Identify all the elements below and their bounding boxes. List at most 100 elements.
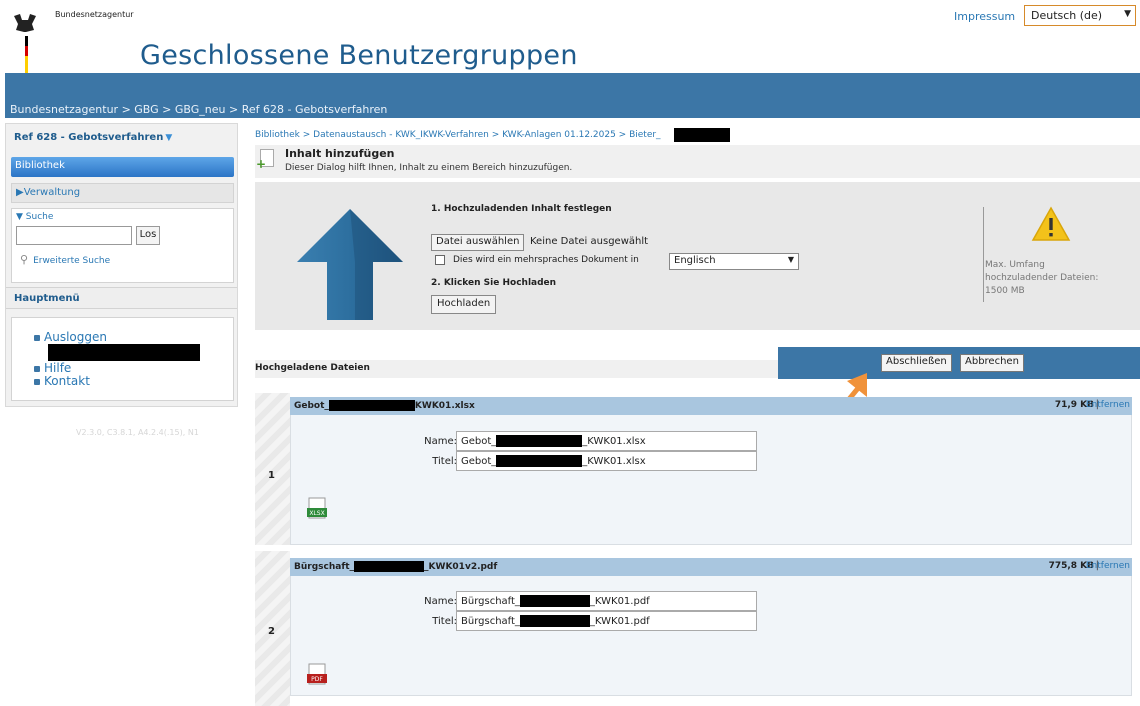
- document-language-value: Englisch: [674, 255, 716, 266]
- finish-button[interactable]: Abschließen: [881, 354, 952, 372]
- name-label: Name:: [424, 436, 457, 447]
- triangle-right-icon: ▶: [16, 187, 24, 198]
- file-name-field[interactable]: Bürgschaft_ _KWK01.pdf: [456, 591, 757, 611]
- choose-file-button[interactable]: Datei auswählen: [431, 234, 525, 251]
- title-label: Titel:: [432, 616, 457, 627]
- field-suffix: _KWK01.pdf: [589, 616, 650, 627]
- file-name-prefix: Gebot_: [294, 401, 329, 411]
- impressum-link[interactable]: Impressum: [954, 10, 1015, 23]
- file-name-field[interactable]: Gebot_ _KWK01.xlsx: [456, 431, 757, 451]
- chevron-down-icon: ▼: [1124, 9, 1131, 19]
- redacted-block: [496, 455, 583, 467]
- cancel-button[interactable]: Abbrechen: [960, 354, 1024, 372]
- multilingual-checkbox[interactable]: [435, 255, 445, 265]
- file-name-suffix: _KWK01v2.pdf: [424, 562, 498, 572]
- field-prefix: Bürgschaft_: [461, 616, 520, 627]
- sidebar-item-verwaltung[interactable]: ▶Verwaltung: [11, 183, 234, 203]
- menu-item-label: Kontakt: [44, 374, 90, 388]
- step1-heading: 1. Hochzuladenden Inhalt festlegen: [431, 204, 612, 214]
- triangle-down-icon: ▼: [165, 133, 173, 143]
- no-file-text: Keine Datei ausgewählt: [530, 236, 649, 247]
- file-name: Bürgschaft_ _KWK01v2.pdf: [294, 561, 497, 572]
- remove-file-link[interactable]: Entfernen: [1086, 400, 1130, 410]
- menu-item-logout[interactable]: Ausloggen: [34, 330, 107, 344]
- xlsx-file-icon: XLSX: [307, 497, 327, 519]
- redacted-block: [519, 595, 590, 607]
- field-prefix: Bürgschaft_: [461, 596, 520, 607]
- menu-item-label: Ausloggen: [44, 330, 107, 344]
- field-suffix: _KWK01.xlsx: [582, 456, 646, 467]
- add-content-title: Inhalt hinzufügen: [285, 147, 395, 160]
- sidebar-item-bibliothek[interactable]: Bibliothek: [11, 157, 234, 177]
- search-input[interactable]: [16, 226, 132, 245]
- sidebar-title-label: Ref 628 - Gebotsverfahren: [14, 132, 164, 143]
- page-title: Geschlossene Benutzergruppen: [140, 40, 578, 71]
- file-title-field[interactable]: Gebot_ _KWK01.xlsx: [456, 451, 757, 471]
- redacted-block: [496, 435, 583, 447]
- file-row-stripe: [255, 393, 290, 545]
- multilingual-label: Dies wird ein mehrspraches Dokument in: [453, 255, 639, 265]
- file-name-prefix: Bürgschaft_: [294, 562, 355, 572]
- search-button[interactable]: Los: [136, 226, 160, 245]
- sidebar-title[interactable]: Ref 628 - Gebotsverfahren ▼: [14, 132, 172, 143]
- chevron-down-icon: ▼: [787, 255, 794, 264]
- redacted-block: [354, 561, 425, 572]
- title-label: Titel:: [432, 456, 457, 467]
- advanced-search-link[interactable]: ⚲ Erweiterte Suche: [20, 253, 110, 266]
- sidebar-item-label: Verwaltung: [23, 187, 81, 198]
- file-header: Gebot_ KWK01.xlsx 71,9 KB | Entfernen: [290, 397, 1132, 415]
- upload-arrow-icon: [297, 209, 403, 320]
- menu-item-contact[interactable]: Kontakt: [34, 374, 90, 388]
- add-document-icon: +: [256, 149, 274, 171]
- step2-heading: 2. Klicken Sie Hochladen: [431, 278, 557, 288]
- file-number: 2: [268, 626, 275, 637]
- uploaded-files-heading: Hochgeladene Dateien: [255, 360, 780, 378]
- bullet-icon: [34, 365, 40, 372]
- menu-item-help[interactable]: Hilfe: [34, 361, 71, 375]
- name-label: Name:: [424, 596, 457, 607]
- add-content-header: + Inhalt hinzufügen Dieser Dialog hilft …: [255, 145, 1140, 178]
- search-panel: ▼ Suche Los ⚲ Erweiterte Suche: [11, 208, 234, 283]
- file-name: Gebot_ KWK01.xlsx: [294, 400, 475, 411]
- redacted-block: [48, 344, 200, 361]
- file-number: 1: [268, 470, 275, 481]
- search-label: ▼ Suche: [16, 212, 53, 222]
- field-prefix: Gebot_: [461, 456, 497, 467]
- max-info-line: Max. Umfang: [985, 260, 1045, 270]
- max-info-line: hochzuladender Dateien:: [985, 273, 1099, 283]
- warning-icon: [1031, 206, 1071, 241]
- triangle-down-icon: ▼: [16, 212, 26, 222]
- redacted-block: [328, 400, 415, 411]
- upload-button[interactable]: Hochladen: [431, 295, 497, 314]
- upload-panel: 1. Hochzuladenden Inhalt festlegen Datei…: [255, 182, 1140, 330]
- pdf-file-icon: PDF: [307, 663, 327, 685]
- sidebar: Ref 628 - Gebotsverfahren ▼ Bibliothek ▶V…: [5, 123, 238, 407]
- breadcrumb[interactable]: Bundesnetzagentur > GBG > GBG_neu > Ref …: [10, 103, 387, 116]
- bullet-icon: [34, 378, 40, 385]
- divider: [983, 207, 984, 302]
- add-content-subtitle: Dieser Dialog hilft Ihnen, Inhalt zu ein…: [285, 163, 573, 173]
- field-prefix: Gebot_: [461, 436, 497, 447]
- svg-text:PDF: PDF: [311, 676, 323, 683]
- document-language-select[interactable]: Englisch ▼: [669, 253, 799, 270]
- file-name-suffix: KWK01.xlsx: [414, 401, 475, 411]
- main-menu-heading: Hauptmenü: [6, 287, 237, 309]
- library-breadcrumb[interactable]: Bibliothek > Datenaustausch - KWK_IKWK-V…: [255, 130, 661, 140]
- file-title-field[interactable]: Bürgschaft_ _KWK01.pdf: [456, 611, 757, 631]
- version-text: V2.3.0, C3.8.1, A4.2.4(.15), N1: [76, 428, 199, 437]
- file-details: Name: Gebot_ _KWK01.xlsx Titel: Gebot_ _KW…: [290, 415, 1132, 545]
- remove-file-link[interactable]: Entfernen: [1086, 561, 1130, 571]
- agency-name: Bundesnetzagentur: [55, 10, 134, 19]
- svg-text:XLSX: XLSX: [309, 510, 324, 517]
- search-icon: ⚲: [20, 253, 29, 266]
- menu-item-label: Hilfe: [44, 361, 72, 375]
- redacted-block: [519, 615, 590, 627]
- main-menu: Ausloggen Hilfe Kontakt: [11, 317, 234, 401]
- language-value: Deutsch (de): [1031, 9, 1103, 22]
- redacted-block: [674, 128, 730, 142]
- federal-eagle-logo: [14, 14, 36, 74]
- max-info-line: 1500 MB: [985, 286, 1025, 296]
- file-header: Bürgschaft_ _KWK01v2.pdf 775,8 KB | Entfe…: [290, 558, 1132, 576]
- field-suffix: _KWK01.xlsx: [582, 436, 646, 447]
- language-select[interactable]: Deutsch (de) ▼: [1024, 5, 1136, 26]
